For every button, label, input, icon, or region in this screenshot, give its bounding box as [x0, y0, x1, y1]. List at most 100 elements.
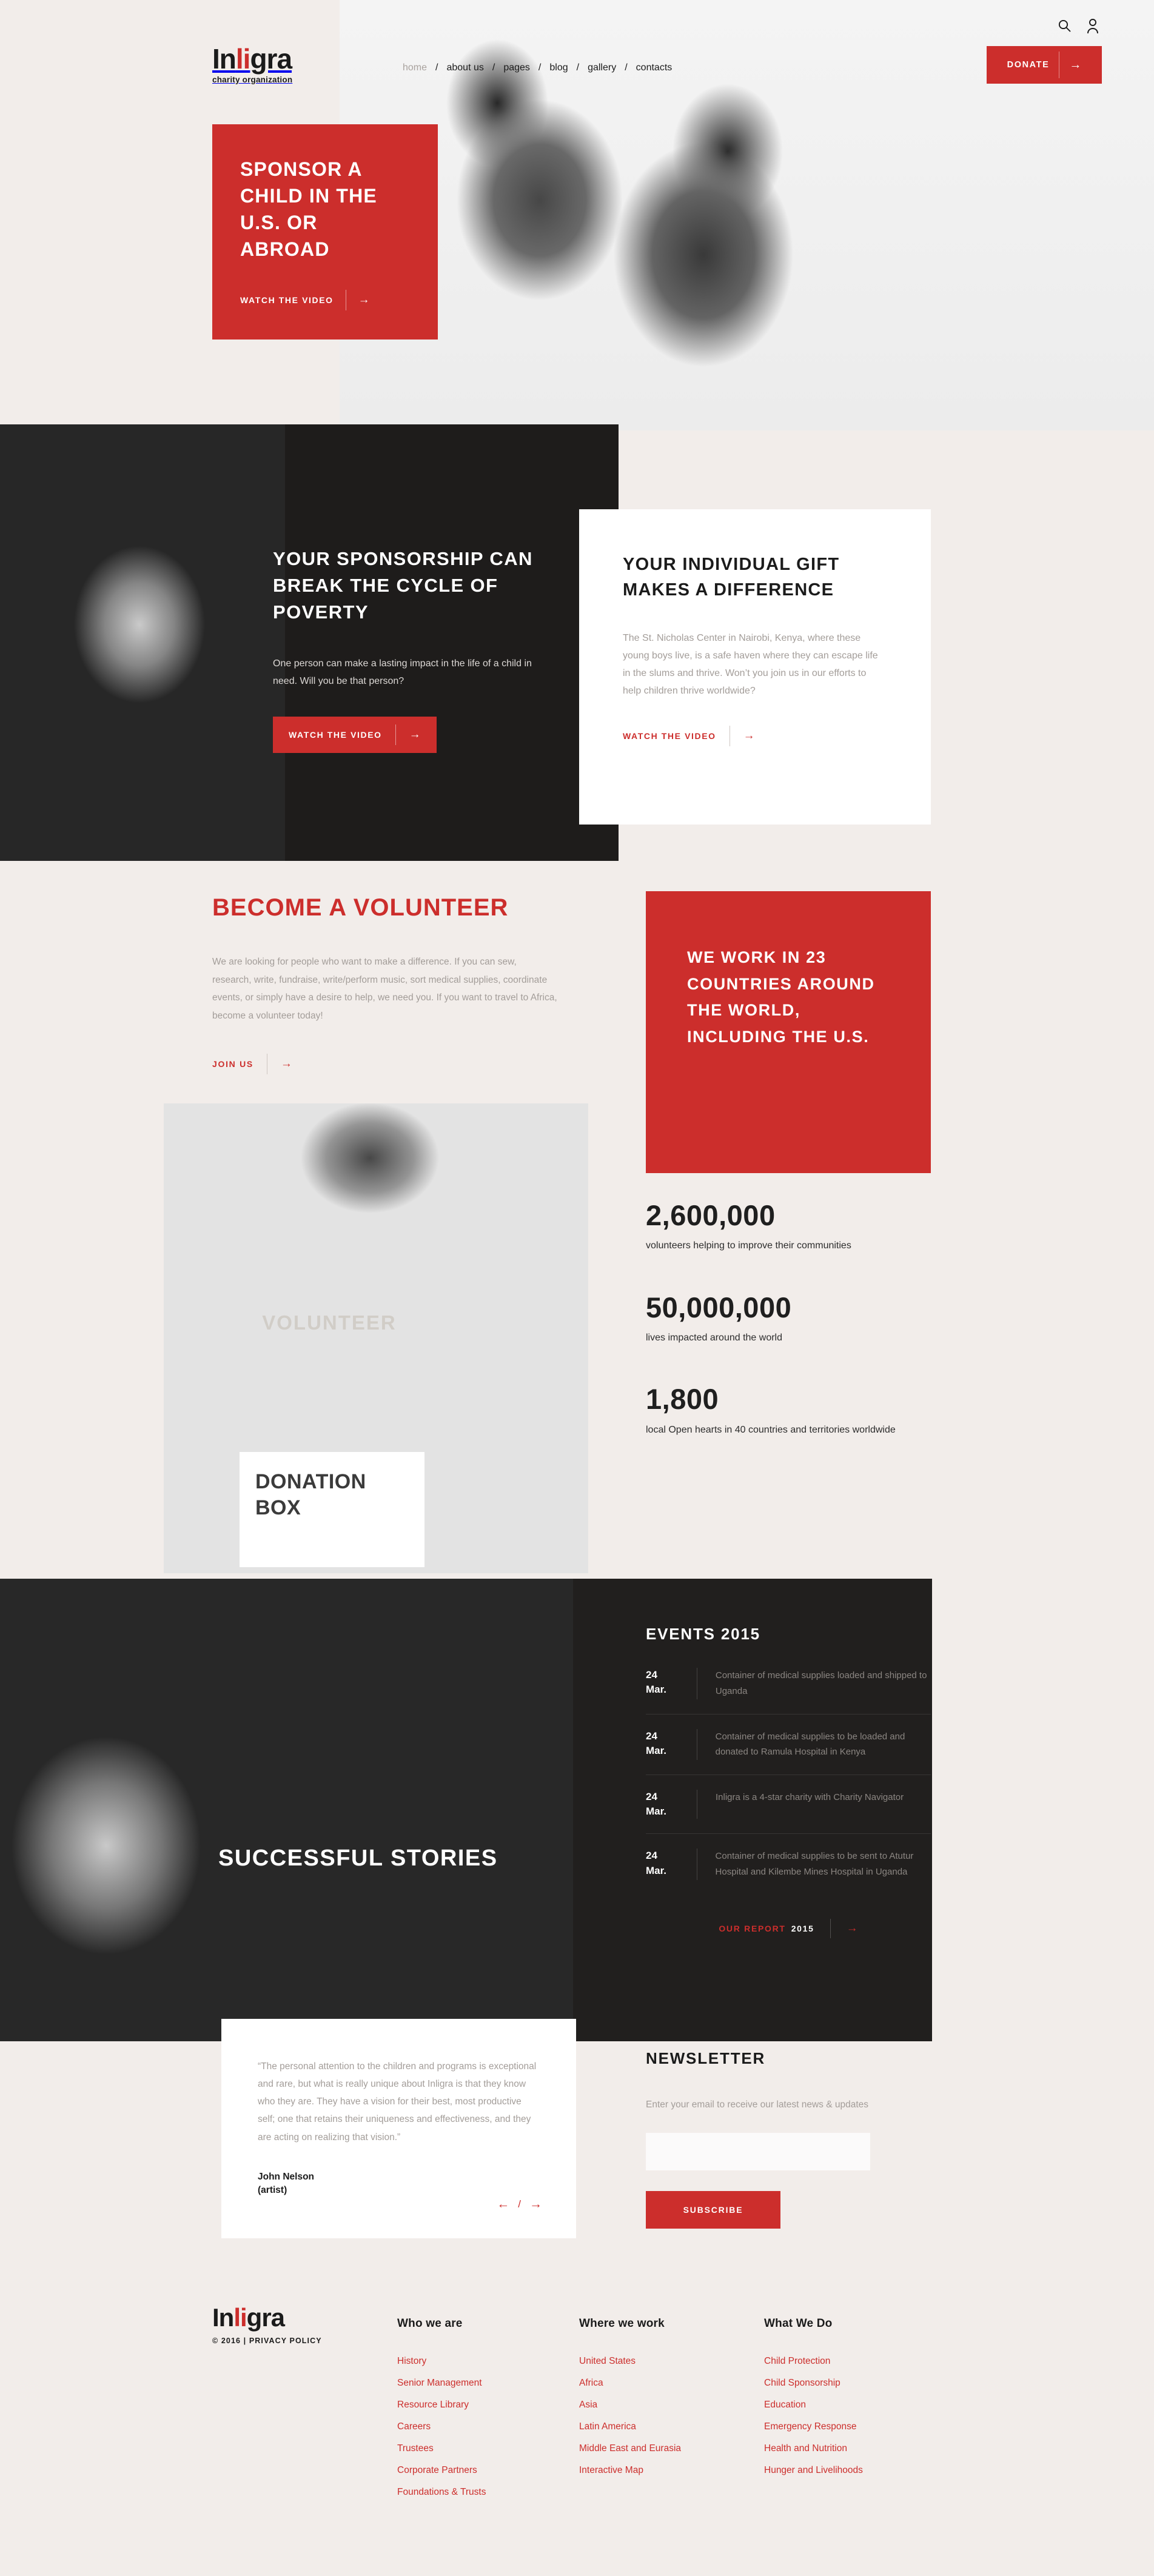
nav-item-pages[interactable]: pages — [495, 63, 538, 73]
logo-tagline: charity organization — [212, 75, 293, 84]
event-row[interactable]: 24 Mar. Container of medical supplies to… — [646, 1715, 931, 1776]
list-item: Middle East and Eurasia — [579, 2443, 749, 2454]
stat-item: 2,600,000 volunteers helping to improve … — [646, 1200, 931, 1254]
search-icon[interactable] — [1057, 18, 1073, 35]
sponsorship-content: YOUR SPONSORSHIP CAN BREAK THE CYCLE OF … — [273, 546, 588, 754]
footer-link-education[interactable]: Education — [764, 2400, 806, 2410]
nav-item-contacts[interactable]: contacts — [628, 63, 681, 73]
nav-item-blog[interactable]: blog — [541, 63, 576, 73]
logo-text-accent: li — [235, 43, 251, 75]
user-icon[interactable] — [1086, 18, 1102, 35]
arrow-right-icon[interactable]: → — [529, 2197, 542, 2212]
arrow-right-icon: → — [1069, 58, 1082, 72]
page-root: Inligra charity organization home / abou… — [0, 0, 1154, 2576]
list-item: Child Protection — [764, 2356, 946, 2367]
volunteer-join-us-link[interactable]: JOIN US → — [212, 1054, 567, 1075]
privacy-policy-link[interactable]: PRIVACY POLICY — [249, 2337, 322, 2345]
footer-column-what-we-do: What We Do Child Protection Child Sponso… — [764, 2317, 946, 2487]
footer-link-trustees[interactable]: Trustees — [397, 2443, 434, 2454]
nav-item-home[interactable]: home — [394, 63, 435, 73]
newsletter-email-input[interactable] — [646, 2133, 870, 2171]
footer-link-foundations-trusts[interactable]: Foundations & Trusts — [397, 2487, 486, 2497]
statistics-list: 2,600,000 volunteers helping to improve … — [646, 1200, 931, 1476]
logo-text-part2: gra — [250, 43, 292, 75]
event-day: 24 — [646, 1850, 657, 1862]
our-report-link[interactable]: OUR REPORT 2015 → — [646, 1919, 931, 1939]
countries-callout: WE WORK IN 23 COUNTRIES AROUND THE WORLD… — [646, 891, 931, 1173]
list-item: Trustees — [397, 2443, 567, 2454]
footer-link-child-protection[interactable]: Child Protection — [764, 2356, 830, 2366]
footer-link-health-nutrition[interactable]: Health and Nutrition — [764, 2443, 847, 2454]
testimonial-author-role: (artist) — [258, 2185, 287, 2196]
testimonial-quote: “The personal attention to the children … — [258, 2061, 537, 2143]
event-text: Container of medical supplies to be sent… — [715, 1851, 914, 1878]
list-item: Child Sponsorship — [764, 2378, 946, 2389]
donation-box-line2: BOX — [255, 1496, 301, 1519]
footer-link-resource-library[interactable]: Resource Library — [397, 2400, 469, 2410]
newsletter-subscribe-button[interactable]: SUBSCRIBE — [646, 2191, 780, 2229]
event-date: 24 Mar. — [646, 1729, 697, 1758]
arrow-right-icon: → — [358, 293, 370, 306]
gift-body: The St. Nicholas Center in Nairobi, Keny… — [623, 633, 878, 697]
footer-link-africa[interactable]: Africa — [579, 2378, 603, 2388]
footer-link-careers[interactable]: Careers — [397, 2421, 431, 2432]
donate-button-label: DONATE — [1007, 60, 1050, 70]
list-item: Hunger and Livelihoods — [764, 2465, 946, 2476]
event-row[interactable]: 24 Mar. Container of medical supplies to… — [646, 1834, 931, 1895]
events-list: 24 Mar. Container of medical supplies lo… — [646, 1668, 931, 1895]
stat-caption: lives impacted around the world — [646, 1333, 783, 1343]
hero-cta-card: SPONSOR A CHILD IN THE U.S. OR ABROAD WA… — [212, 124, 438, 340]
list-item: Asia — [579, 2400, 749, 2410]
event-row[interactable]: 24 Mar. Container of medical supplies lo… — [646, 1668, 931, 1715]
events-title: EVENTS 2015 — [646, 1625, 760, 1643]
footer-column-who-we-are: Who we are History Senior Management Res… — [397, 2317, 567, 2509]
gift-watch-video-label: WATCH THE VIDEO — [623, 731, 716, 741]
donation-box-line1: DONATION — [255, 1470, 366, 1493]
site-logo[interactable]: Inligra charity organization — [212, 45, 292, 84]
donate-button[interactable]: DONATE → — [987, 46, 1102, 84]
event-month: Mar. — [646, 1744, 667, 1756]
logo-text-part1: In — [212, 43, 237, 75]
footer-link-united-states[interactable]: United States — [579, 2356, 636, 2366]
footer-link-hunger-livelihoods[interactable]: Hunger and Livelihoods — [764, 2465, 863, 2475]
sponsorship-body: One person can make a lasting impact in … — [273, 658, 532, 687]
event-text: Inligra is a 4-star charity with Charity… — [716, 1792, 904, 1803]
our-report-label: OUR REPORT — [719, 1924, 786, 1934]
footer-column-title: Who we are — [397, 2317, 463, 2330]
event-row[interactable]: 24 Mar. Inligra is a 4-star charity with… — [646, 1775, 931, 1835]
hero-watch-video-link[interactable]: WATCH THE VIDEO → — [240, 289, 410, 310]
footer-link-emergency-response[interactable]: Emergency Response — [764, 2421, 857, 2432]
site-footer: Inligra © 2016 | PRIVACY POLICY Who we a… — [0, 2280, 1154, 2576]
footer-link-middle-east-eurasia[interactable]: Middle East and Eurasia — [579, 2443, 681, 2454]
footer-logo-block: Inligra © 2016 | PRIVACY POLICY — [212, 2303, 322, 2346]
footer-logo-part2: gra — [246, 2303, 285, 2332]
sponsorship-watch-video-button[interactable]: WATCH THE VIDEO → — [273, 717, 437, 754]
footer-link-interactive-map[interactable]: Interactive Map — [579, 2465, 643, 2475]
logo-wordmark: Inligra — [212, 45, 292, 73]
sponsorship-photo-child — [0, 424, 285, 861]
our-report-year: 2015 — [791, 1924, 814, 1934]
newsletter-section: NEWSLETTER Enter your email to receive o… — [646, 2049, 931, 2229]
nav-item-about-us[interactable]: about us — [438, 63, 492, 73]
footer-link-child-sponsorship[interactable]: Child Sponsorship — [764, 2378, 840, 2388]
footer-link-history[interactable]: History — [397, 2356, 426, 2366]
footer-logo-part1: In — [212, 2303, 234, 2332]
sponsorship-watch-video-label: WATCH THE VIDEO — [289, 730, 382, 740]
nav-item-gallery[interactable]: gallery — [579, 63, 625, 73]
slider-separator: / — [518, 2198, 521, 2210]
donation-box-label: DONATION BOX — [240, 1452, 424, 1567]
newsletter-title: NEWSLETTER — [646, 2049, 766, 2067]
footer-link-latin-america[interactable]: Latin America — [579, 2421, 636, 2432]
footer-link-corporate-partners[interactable]: Corporate Partners — [397, 2465, 477, 2475]
stat-item: 50,000,000 lives impacted around the wor… — [646, 1292, 931, 1346]
footer-copyright: © 2016 — [212, 2337, 241, 2345]
volunteer-section: BECOME A VOLUNTEER We are looking for pe… — [212, 891, 567, 1075]
gift-watch-video-link[interactable]: WATCH THE VIDEO → — [623, 725, 887, 746]
arrow-right-icon: → — [409, 728, 421, 741]
arrow-left-icon[interactable]: ← — [497, 2197, 509, 2212]
stat-item: 1,800 local Open hearts in 40 countries … — [646, 1384, 931, 1437]
main-navigation: home / about us / pages / blog / gallery… — [394, 63, 680, 73]
footer-link-senior-management[interactable]: Senior Management — [397, 2378, 482, 2388]
gift-title: YOUR INDIVIDUAL GIFT MAKES A DIFFERENCE — [623, 555, 840, 600]
footer-link-asia[interactable]: Asia — [579, 2400, 597, 2410]
